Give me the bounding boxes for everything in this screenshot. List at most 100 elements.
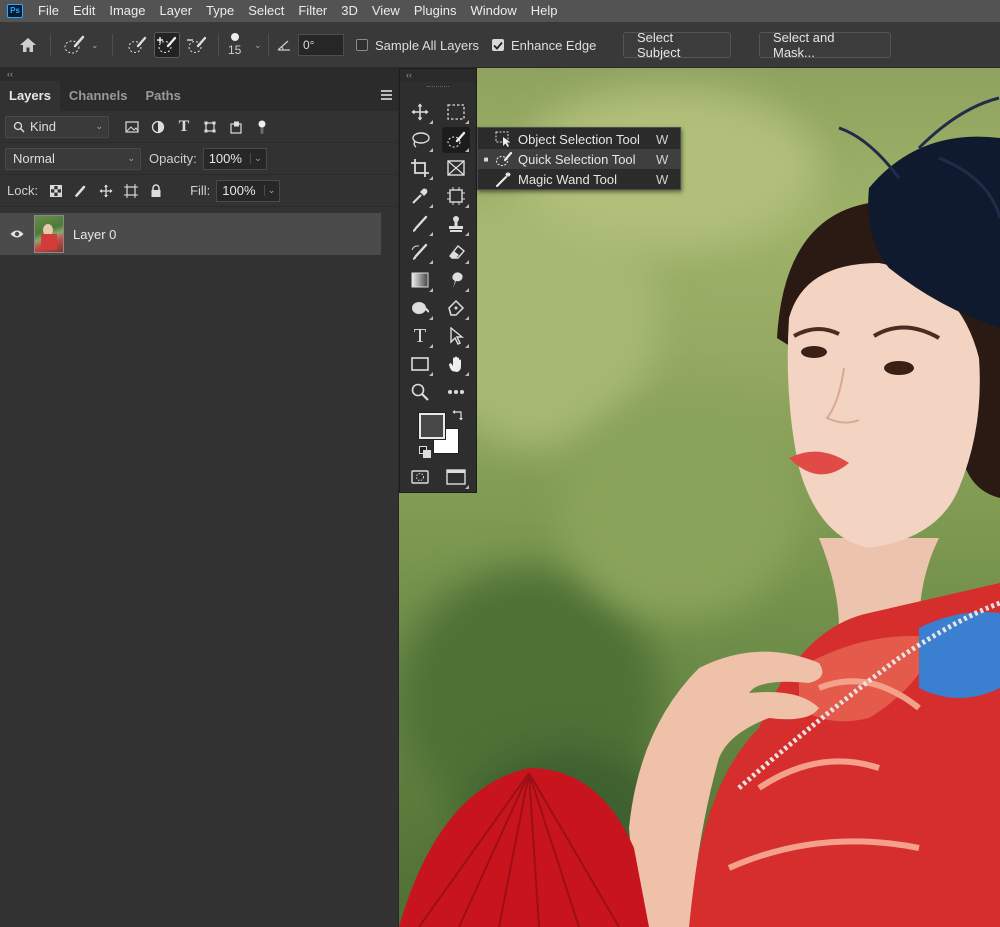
tab-layers[interactable]: Layers	[0, 81, 60, 111]
flyout-item-quick-selection[interactable]: ■ Quick Selection Tool W	[478, 149, 680, 169]
selection-tools-flyout: Object Selection Tool W ■ Quick Selectio…	[477, 127, 681, 190]
panel-collapse-button[interactable]: ‹‹	[0, 68, 398, 81]
subtract-from-selection-button[interactable]	[184, 32, 210, 58]
frame-tool-icon[interactable]	[442, 155, 470, 181]
fill-input[interactable]: 100% ⌄	[216, 179, 281, 202]
lock-transparent-pixels-icon[interactable]	[48, 183, 64, 199]
add-selection-brush-icon	[157, 36, 177, 53]
brush-angle-input[interactable]: 0°	[298, 34, 344, 56]
blend-mode-value: Normal	[13, 151, 55, 166]
pixel-layer-filter-icon[interactable]	[123, 118, 141, 136]
quick-selection-tool-icon[interactable]	[442, 127, 470, 153]
visibility-eye-icon[interactable]	[10, 227, 26, 242]
smudge-tool-icon[interactable]	[442, 267, 470, 293]
shape-layer-filter-icon[interactable]	[201, 118, 219, 136]
menu-help[interactable]: Help	[524, 0, 565, 22]
eraser-tool-icon[interactable]	[442, 239, 470, 265]
enhance-edge-label: Enhance Edge	[511, 37, 597, 53]
blend-mode-select[interactable]: Normal ⌄	[5, 147, 141, 170]
eyedropper-tool-icon[interactable]	[406, 183, 434, 209]
path-selection-tool-icon[interactable]	[442, 323, 470, 349]
fill-value: 100%	[222, 183, 256, 198]
quick-mask-icon[interactable]	[406, 464, 434, 490]
filter-kind-select[interactable]: Kind ⌄	[5, 115, 109, 138]
tab-paths[interactable]: Paths	[136, 81, 189, 111]
opacity-value: 100%	[208, 151, 242, 166]
menu-filter[interactable]: Filter	[291, 0, 334, 22]
pen-tool-icon[interactable]	[442, 295, 470, 321]
smart-object-filter-icon[interactable]	[227, 118, 245, 136]
menu-type[interactable]: Type	[199, 0, 241, 22]
menu-select[interactable]: Select	[241, 0, 291, 22]
history-brush-tool-icon[interactable]	[406, 239, 434, 265]
rectangular-marquee-tool-icon[interactable]	[442, 99, 470, 125]
add-to-selection-button[interactable]	[154, 32, 180, 58]
chevron-down-icon[interactable]: ⌄	[254, 40, 262, 51]
rectangle-tool-icon[interactable]	[406, 351, 434, 377]
menu-bar: Ps File Edit Image Layer Type Select Fil…	[0, 0, 1000, 22]
options-bar: ⌄ 15 ⌄ 0° Sample All Layers Enhance Edge	[0, 22, 1000, 68]
brush-size-picker[interactable]: 15	[228, 22, 241, 68]
select-and-mask-button[interactable]: Select and Mask...	[759, 30, 891, 60]
lasso-tool-icon[interactable]	[406, 127, 434, 153]
filter-toggle-icon[interactable]	[253, 118, 271, 136]
toolbar-grip[interactable]	[400, 82, 476, 90]
chevron-down-icon[interactable]: ⌄	[250, 152, 262, 164]
screen-mode-icon[interactable]	[442, 464, 470, 490]
menu-edit[interactable]: Edit	[66, 0, 102, 22]
layer-thumbnail	[34, 215, 64, 253]
crop-tool-icon[interactable]	[406, 155, 434, 181]
menu-layer[interactable]: Layer	[153, 0, 200, 22]
chevron-down-icon[interactable]: ⌄	[263, 184, 275, 196]
layer-name[interactable]: Layer 0	[73, 227, 116, 242]
sample-all-layers-checkbox[interactable]: Sample All Layers	[356, 22, 479, 68]
lock-image-pixels-icon[interactable]	[73, 183, 89, 199]
lock-all-icon[interactable]	[148, 183, 164, 199]
zoom-tool-icon[interactable]	[406, 379, 434, 405]
lock-artboard-icon[interactable]	[123, 183, 139, 199]
blend-opacity-row: Normal ⌄ Opacity: 100% ⌄	[0, 143, 398, 175]
type-tool-icon[interactable]: T	[406, 323, 434, 349]
panel-menu-icon[interactable]	[381, 90, 392, 102]
flyout-item-object-selection[interactable]: Object Selection Tool W	[478, 129, 680, 149]
quick-selection-icon	[64, 35, 85, 54]
subtract-selection-brush-icon	[187, 36, 207, 53]
hand-tool-icon[interactable]	[442, 351, 470, 377]
chevron-down-icon: ⌄	[127, 152, 135, 163]
new-selection-button[interactable]	[124, 32, 150, 58]
tab-channels[interactable]: Channels	[60, 81, 137, 111]
move-tool-icon[interactable]	[406, 99, 434, 125]
menu-window[interactable]: Window	[463, 0, 523, 22]
type-layer-filter-icon[interactable]: T	[175, 118, 193, 136]
menu-plugins[interactable]: Plugins	[407, 0, 464, 22]
chevron-down-icon: ⌄	[91, 39, 99, 50]
gradient-tool-icon[interactable]	[406, 267, 434, 293]
layer-row[interactable]: Layer 0	[0, 213, 381, 255]
object-frame-tool-icon[interactable]	[442, 183, 470, 209]
document-canvas[interactable]	[399, 68, 1000, 927]
lock-position-icon[interactable]	[98, 183, 114, 199]
checkbox-box[interactable]	[356, 39, 368, 51]
magic-wand-tool-icon	[492, 171, 516, 187]
edit-toolbar-icon[interactable]	[442, 379, 470, 405]
menu-image[interactable]: Image	[102, 0, 152, 22]
select-subject-button[interactable]: Select Subject	[623, 30, 731, 60]
enhance-edge-checkbox[interactable]: Enhance Edge	[492, 22, 596, 68]
opacity-input[interactable]: 100% ⌄	[202, 147, 267, 170]
foreground-color-swatch[interactable]	[418, 412, 446, 440]
toolbar-collapse-button[interactable]: ‹‹	[400, 69, 476, 82]
tool-preset-picker[interactable]: ⌄	[62, 22, 99, 68]
adjustment-layer-filter-icon[interactable]	[149, 118, 167, 136]
dodge-tool-icon[interactable]	[406, 295, 434, 321]
home-button[interactable]	[18, 22, 38, 68]
default-colors-icon[interactable]	[419, 446, 431, 461]
layer-filter-row: Kind ⌄ T	[0, 111, 398, 143]
checkbox-checked-box[interactable]	[492, 39, 504, 51]
menu-file[interactable]: File	[31, 0, 66, 22]
menu-view[interactable]: View	[365, 0, 407, 22]
brush-tool-icon[interactable]	[406, 211, 434, 237]
flyout-item-magic-wand[interactable]: Magic Wand Tool W	[478, 169, 680, 189]
clone-stamp-tool-icon[interactable]	[442, 211, 470, 237]
menu-3d[interactable]: 3D	[334, 0, 365, 22]
swap-colors-icon[interactable]	[452, 409, 464, 424]
